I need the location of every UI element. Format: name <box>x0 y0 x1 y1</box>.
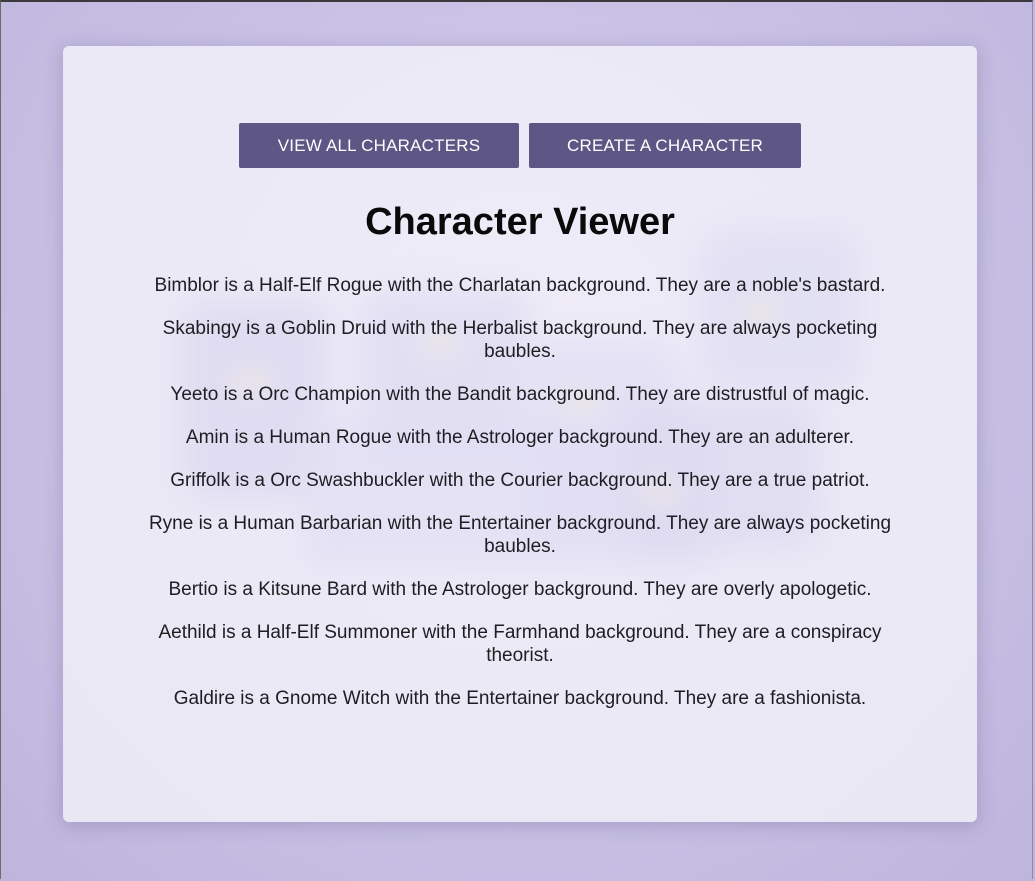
character-entry: Amin is a Human Rogue with the Astrologe… <box>185 427 855 448</box>
character-entry: Galdire is a Gnome Witch with the Entert… <box>173 688 867 709</box>
create-character-button[interactable]: CREATE A CHARACTER <box>529 123 801 168</box>
character-entry: Ryne is a Human Barbarian with the Enter… <box>148 513 892 557</box>
character-entry: Griffolk is a Orc Swashbuckler with the … <box>170 470 870 491</box>
character-list: Bimblor is a Half-Elf Rogue with the Cha… <box>138 274 902 730</box>
page-title: Character Viewer <box>365 201 675 243</box>
nav-bar: VIEW ALL CHARACTERS CREATE A CHARACTER <box>63 123 977 168</box>
character-entry: Skabingy is a Goblin Druid with the Herb… <box>162 318 878 362</box>
main-card: VIEW ALL CHARACTERS CREATE A CHARACTER C… <box>63 46 977 822</box>
character-entry: Yeeto is a Orc Champion with the Bandit … <box>170 384 870 405</box>
view-all-characters-button[interactable]: VIEW ALL CHARACTERS <box>239 123 519 168</box>
character-entry: Bimblor is a Half-Elf Rogue with the Cha… <box>154 275 886 296</box>
character-entry: Bertio is a Kitsune Bard with the Astrol… <box>168 579 872 600</box>
character-entry: Aethild is a Half-Elf Summoner with the … <box>158 622 882 666</box>
